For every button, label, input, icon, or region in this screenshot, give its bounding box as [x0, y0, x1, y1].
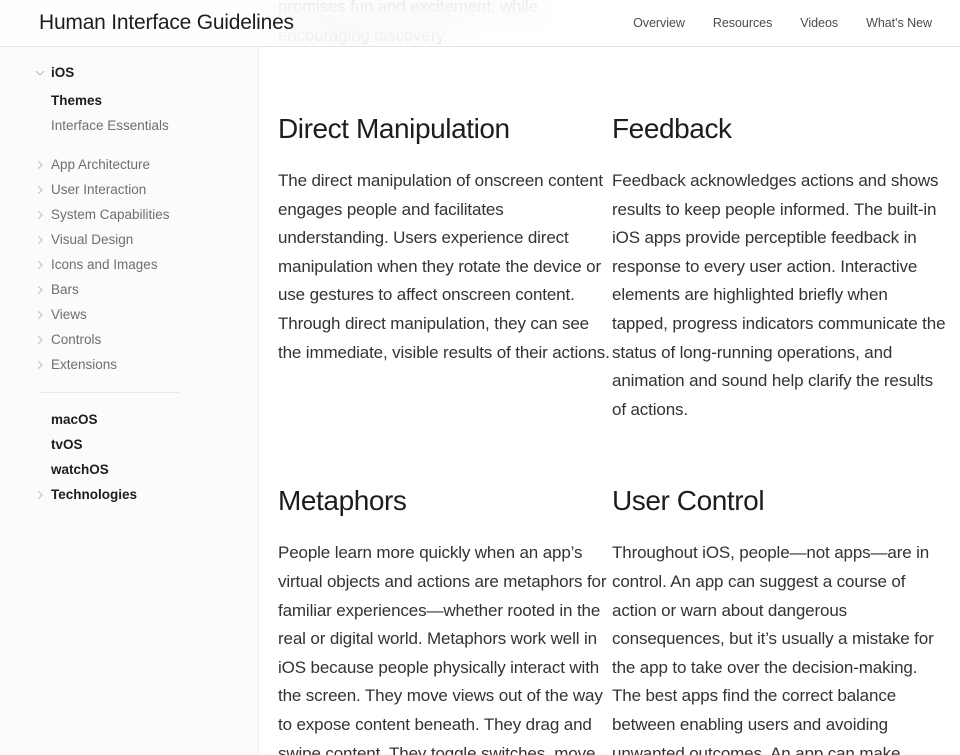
sidebar-item-label: Technologies [51, 487, 138, 502]
main-content: and predictable behaviors. On the other … [259, 0, 960, 755]
sidebar-item-ios[interactable]: iOS [0, 60, 258, 85]
chevron-right-icon[interactable] [34, 159, 46, 171]
section-direct-manipulation: Direct Manipulation The direct manipulat… [278, 112, 612, 424]
section-row-2: Metaphors People learn more quickly when… [278, 484, 934, 755]
sidebar-item-label: macOS [51, 412, 98, 427]
section-metaphors: Metaphors People learn more quickly when… [278, 484, 612, 755]
sidebar-item-interface-essentials[interactable]: Interface Essentials [0, 113, 258, 138]
section-title: Feedback [612, 113, 732, 144]
app-root: iOS Themes Interface Essentials App Arch… [0, 0, 960, 755]
sidebar-item-app-architecture[interactable]: App Architecture [0, 152, 258, 177]
section-title: Direct Manipulation [278, 113, 510, 144]
chevron-right-icon[interactable] [34, 489, 46, 501]
sidebar-navigation: iOS Themes Interface Essentials App Arch… [0, 0, 259, 755]
sidebar-item-label: Themes [51, 93, 103, 108]
chevron-right-icon[interactable] [34, 259, 46, 271]
section-row-1: Direct Manipulation The direct manipulat… [278, 112, 946, 424]
section-body: People learn more quickly when an app’s … [278, 543, 607, 755]
section-body: The direct manipulation of onscreen cont… [278, 171, 610, 362]
chevron-down-icon[interactable] [34, 67, 46, 79]
section-title: User Control [612, 485, 765, 517]
sidebar-item-label: Interface Essentials [51, 118, 169, 133]
section-user-control: User Control Throughout iOS, people—not … [612, 484, 946, 755]
sidebar-item-label: Visual Design [51, 232, 134, 247]
sidebar-item-label: User Interaction [51, 182, 147, 197]
global-header: Human Interface Guidelines Overview Reso… [0, 0, 960, 47]
chevron-right-icon[interactable] [34, 309, 46, 321]
sidebar-item-extensions[interactable]: Extensions [0, 352, 258, 377]
chevron-right-icon[interactable] [34, 284, 46, 296]
sidebar-item-themes[interactable]: Themes [0, 88, 258, 113]
sidebar-item-icons-and-images[interactable]: Icons and Images [0, 252, 258, 277]
sidebar-item-watchos[interactable]: watchOS [0, 457, 258, 482]
sidebar-item-macos[interactable]: macOS [0, 407, 258, 432]
page-scroll-region: iOS Themes Interface Essentials App Arch… [0, 0, 960, 755]
header-nav-overview[interactable]: Overview [633, 16, 685, 30]
sidebar-item-bars[interactable]: Bars [0, 277, 258, 302]
sidebar-item-label: tvOS [51, 437, 83, 452]
sidebar-item-views[interactable]: Views [0, 302, 258, 327]
sidebar-item-controls[interactable]: Controls [0, 327, 258, 352]
section-body: Throughout iOS, people—not apps—are in c… [612, 543, 934, 755]
sidebar-item-label: System Capabilities [51, 207, 170, 222]
chevron-right-icon[interactable] [34, 209, 46, 221]
sidebar-item-visual-design[interactable]: Visual Design [0, 227, 258, 252]
sidebar-item-system-capabilities[interactable]: System Capabilities [0, 202, 258, 227]
chevron-right-icon[interactable] [34, 334, 46, 346]
sidebar-item-label: watchOS [51, 462, 109, 477]
sidebar-item-label: Views [51, 307, 87, 322]
sidebar-item-label: iOS [51, 65, 75, 80]
sidebar-item-label: App Architecture [51, 157, 151, 172]
sidebar-item-label: Bars [51, 282, 79, 297]
chevron-right-icon[interactable] [34, 359, 46, 371]
section-feedback: Feedback Feedback acknowledges actions a… [612, 112, 946, 424]
sidebar-item-label: Controls [51, 332, 102, 347]
header-nav-videos[interactable]: Videos [800, 16, 838, 30]
sidebar-item-technologies[interactable]: Technologies [0, 482, 258, 507]
chevron-right-icon[interactable] [34, 234, 46, 246]
header-navigation: Overview Resources Videos What's New [633, 16, 932, 30]
sidebar-item-tvos[interactable]: tvOS [0, 432, 258, 457]
page-title[interactable]: Human Interface Guidelines [39, 11, 294, 35]
sidebar-item-user-interaction[interactable]: User Interaction [0, 177, 258, 202]
sidebar-item-label: Icons and Images [51, 257, 158, 272]
header-nav-whats-new[interactable]: What's New [866, 16, 932, 30]
header-nav-resources[interactable]: Resources [713, 16, 772, 30]
section-body: Feedback acknowledges actions and shows … [612, 171, 946, 419]
chevron-right-icon[interactable] [34, 184, 46, 196]
sidebar-item-label: Extensions [51, 357, 118, 372]
section-title: Metaphors [278, 485, 407, 517]
sidebar-divider [40, 392, 179, 393]
